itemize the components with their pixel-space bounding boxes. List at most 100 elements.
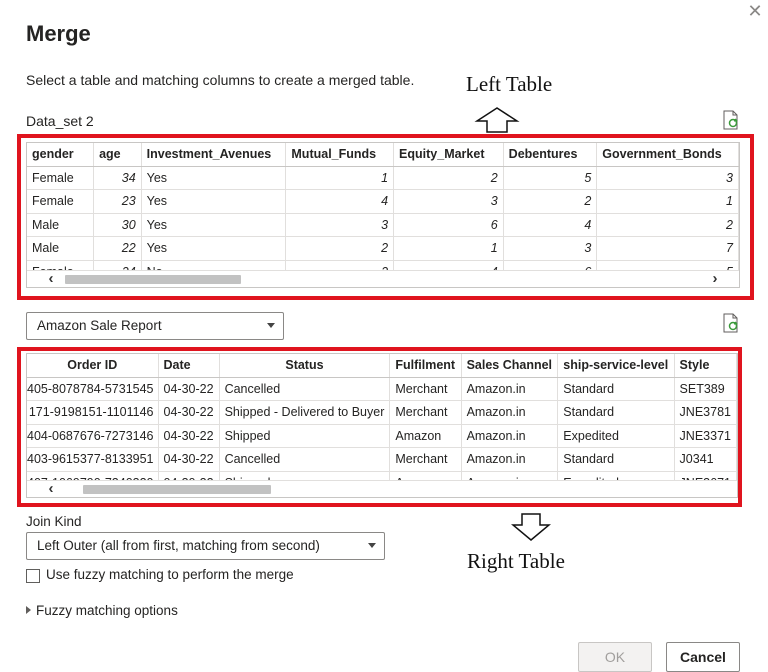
chevron-down-icon xyxy=(368,543,376,548)
column-header[interactable]: Sales Channel xyxy=(461,354,559,378)
table-cell: Female xyxy=(27,189,95,214)
left-table-annotation: Left Table xyxy=(466,72,553,96)
table-cell: 7 xyxy=(596,236,739,261)
scroll-thumb[interactable] xyxy=(83,485,271,494)
scroll-left-icon[interactable]: ‹ xyxy=(43,271,59,287)
column-header[interactable]: Status xyxy=(219,354,391,378)
table-cell: Merchant xyxy=(389,377,462,401)
table-cell: 1 xyxy=(285,166,395,190)
table-cell: Amazon.in xyxy=(461,377,559,401)
close-icon[interactable]: ✕ xyxy=(746,2,764,20)
table-cell: Cancelled xyxy=(219,447,391,472)
table-cell: 3 xyxy=(503,236,598,261)
left-table-grid[interactable]: gender age Investment_Avenues Mutual_Fun… xyxy=(26,142,740,288)
table-row: Male 22 Yes 2 1 3 7 xyxy=(27,236,739,261)
table-cell: Standard xyxy=(557,377,675,401)
fuzzy-options-label: Fuzzy matching options xyxy=(36,603,178,618)
column-header[interactable]: Mutual_Funds xyxy=(285,143,395,167)
table-cell: Standard xyxy=(557,400,675,425)
table-row: 405-8078784-5731545 04-30-22 Cancelled M… xyxy=(27,377,737,401)
column-header[interactable]: Order ID xyxy=(27,354,159,378)
table-cell: JNE3371 xyxy=(674,424,737,448)
right-table-select-value: Amazon Sale Report xyxy=(37,318,162,333)
table-cell: 1 xyxy=(393,236,504,261)
table-cell: Amazon.in xyxy=(461,447,559,472)
table-cell: 23 xyxy=(93,189,142,214)
table-cell: 2 xyxy=(503,189,598,214)
up-arrow-icon xyxy=(474,106,520,134)
table-cell: Cancelled xyxy=(219,377,391,401)
table-cell: Female xyxy=(27,166,95,190)
column-header[interactable]: Government_Bonds xyxy=(596,143,739,167)
table-cell: JNE3781 xyxy=(674,400,737,425)
left-table-hscrollbar[interactable]: ‹ › xyxy=(27,270,739,287)
table-cell: 34 xyxy=(93,166,142,190)
join-kind-select[interactable]: Left Outer (all from first, matching fro… xyxy=(26,532,385,560)
table-cell: 171-9198151-1101146 xyxy=(27,400,159,425)
left-table: gender age Investment_Avenues Mutual_Fun… xyxy=(27,143,739,284)
table-cell: Yes xyxy=(141,213,287,237)
scroll-thumb[interactable] xyxy=(65,275,241,284)
fuzzy-options-toggle[interactable]: Fuzzy matching options xyxy=(26,603,178,618)
table-row: Female 34 Yes 1 2 5 3 xyxy=(27,166,739,190)
table-cell: 4 xyxy=(285,189,395,214)
table-cell: 404-0687676-7273146 xyxy=(27,424,159,448)
scroll-left-icon[interactable]: ‹ xyxy=(43,481,59,497)
table-cell: 6 xyxy=(393,213,504,237)
down-arrow-icon xyxy=(511,512,551,542)
table-cell: 04-30-22 xyxy=(158,377,220,401)
column-header[interactable]: Equity_Market xyxy=(393,143,504,167)
table-cell: 4 xyxy=(503,213,598,237)
table-cell: Shipped xyxy=(219,424,391,448)
column-header[interactable]: ship-service-level xyxy=(557,354,675,378)
join-kind-label: Join Kind xyxy=(26,514,82,529)
table-cell: Standard xyxy=(557,447,675,472)
right-table-grid[interactable]: Order ID Date Status Fulfilment Sales Ch… xyxy=(26,353,738,498)
table-cell: 2 xyxy=(285,236,395,261)
table-cell: SET389 xyxy=(674,377,737,401)
table-cell: 403-9615377-8133951 xyxy=(27,447,159,472)
table-cell: 04-30-22 xyxy=(158,400,220,425)
table-cell: 2 xyxy=(596,213,739,237)
left-table-header: gender age Investment_Avenues Mutual_Fun… xyxy=(27,143,739,167)
right-table: Order ID Date Status Fulfilment Sales Ch… xyxy=(27,354,737,495)
column-header[interactable]: Style xyxy=(674,354,737,378)
table-cell: 04-30-22 xyxy=(158,424,220,448)
table-cell: Yes xyxy=(141,236,287,261)
chevron-down-icon xyxy=(267,323,275,328)
table-cell: Expedited xyxy=(557,424,675,448)
column-header[interactable]: gender xyxy=(27,143,95,167)
fuzzy-matching-checkbox[interactable] xyxy=(26,569,40,583)
fuzzy-matching-label[interactable]: Use fuzzy matching to perform the merge xyxy=(46,567,294,582)
table-cell: 2 xyxy=(393,166,504,190)
column-header[interactable]: Fulfilment xyxy=(389,354,462,378)
table-row: Male 30 Yes 3 6 4 2 xyxy=(27,213,739,237)
table-cell: Amazon xyxy=(389,424,462,448)
dialog-title: Merge xyxy=(26,21,91,46)
right-table-hscrollbar[interactable]: ‹ xyxy=(27,480,737,497)
table-cell: 04-30-22 xyxy=(158,447,220,472)
right-table-header: Order ID Date Status Fulfilment Sales Ch… xyxy=(27,354,737,378)
table-row: Female 23 Yes 4 3 2 1 xyxy=(27,189,739,214)
table-cell: Amazon.in xyxy=(461,400,559,425)
table-cell: Yes xyxy=(141,189,287,214)
cancel-button[interactable]: Cancel xyxy=(666,642,740,672)
column-header[interactable]: Date xyxy=(158,354,220,378)
column-header[interactable]: Investment_Avenues xyxy=(141,143,287,167)
scroll-right-icon[interactable]: › xyxy=(707,271,723,287)
column-header[interactable]: Debentures xyxy=(503,143,598,167)
ok-button[interactable]: OK xyxy=(578,642,652,672)
table-cell: J0341 xyxy=(674,447,737,472)
table-cell: 3 xyxy=(285,213,395,237)
table-row: 171-9198151-1101146 04-30-22 Shipped - D… xyxy=(27,400,737,425)
table-cell: Merchant xyxy=(389,400,462,425)
refresh-preview-icon[interactable] xyxy=(722,110,740,130)
table-cell: 22 xyxy=(93,236,142,261)
table-cell: Amazon.in xyxy=(461,424,559,448)
right-table-select[interactable]: Amazon Sale Report xyxy=(26,312,284,340)
table-cell: Shipped - Delivered to Buyer xyxy=(219,400,391,425)
column-header[interactable]: age xyxy=(93,143,142,167)
table-cell: Yes xyxy=(141,166,287,190)
right-table-annotation: Right Table xyxy=(467,549,565,573)
refresh-preview-icon[interactable] xyxy=(722,313,740,333)
